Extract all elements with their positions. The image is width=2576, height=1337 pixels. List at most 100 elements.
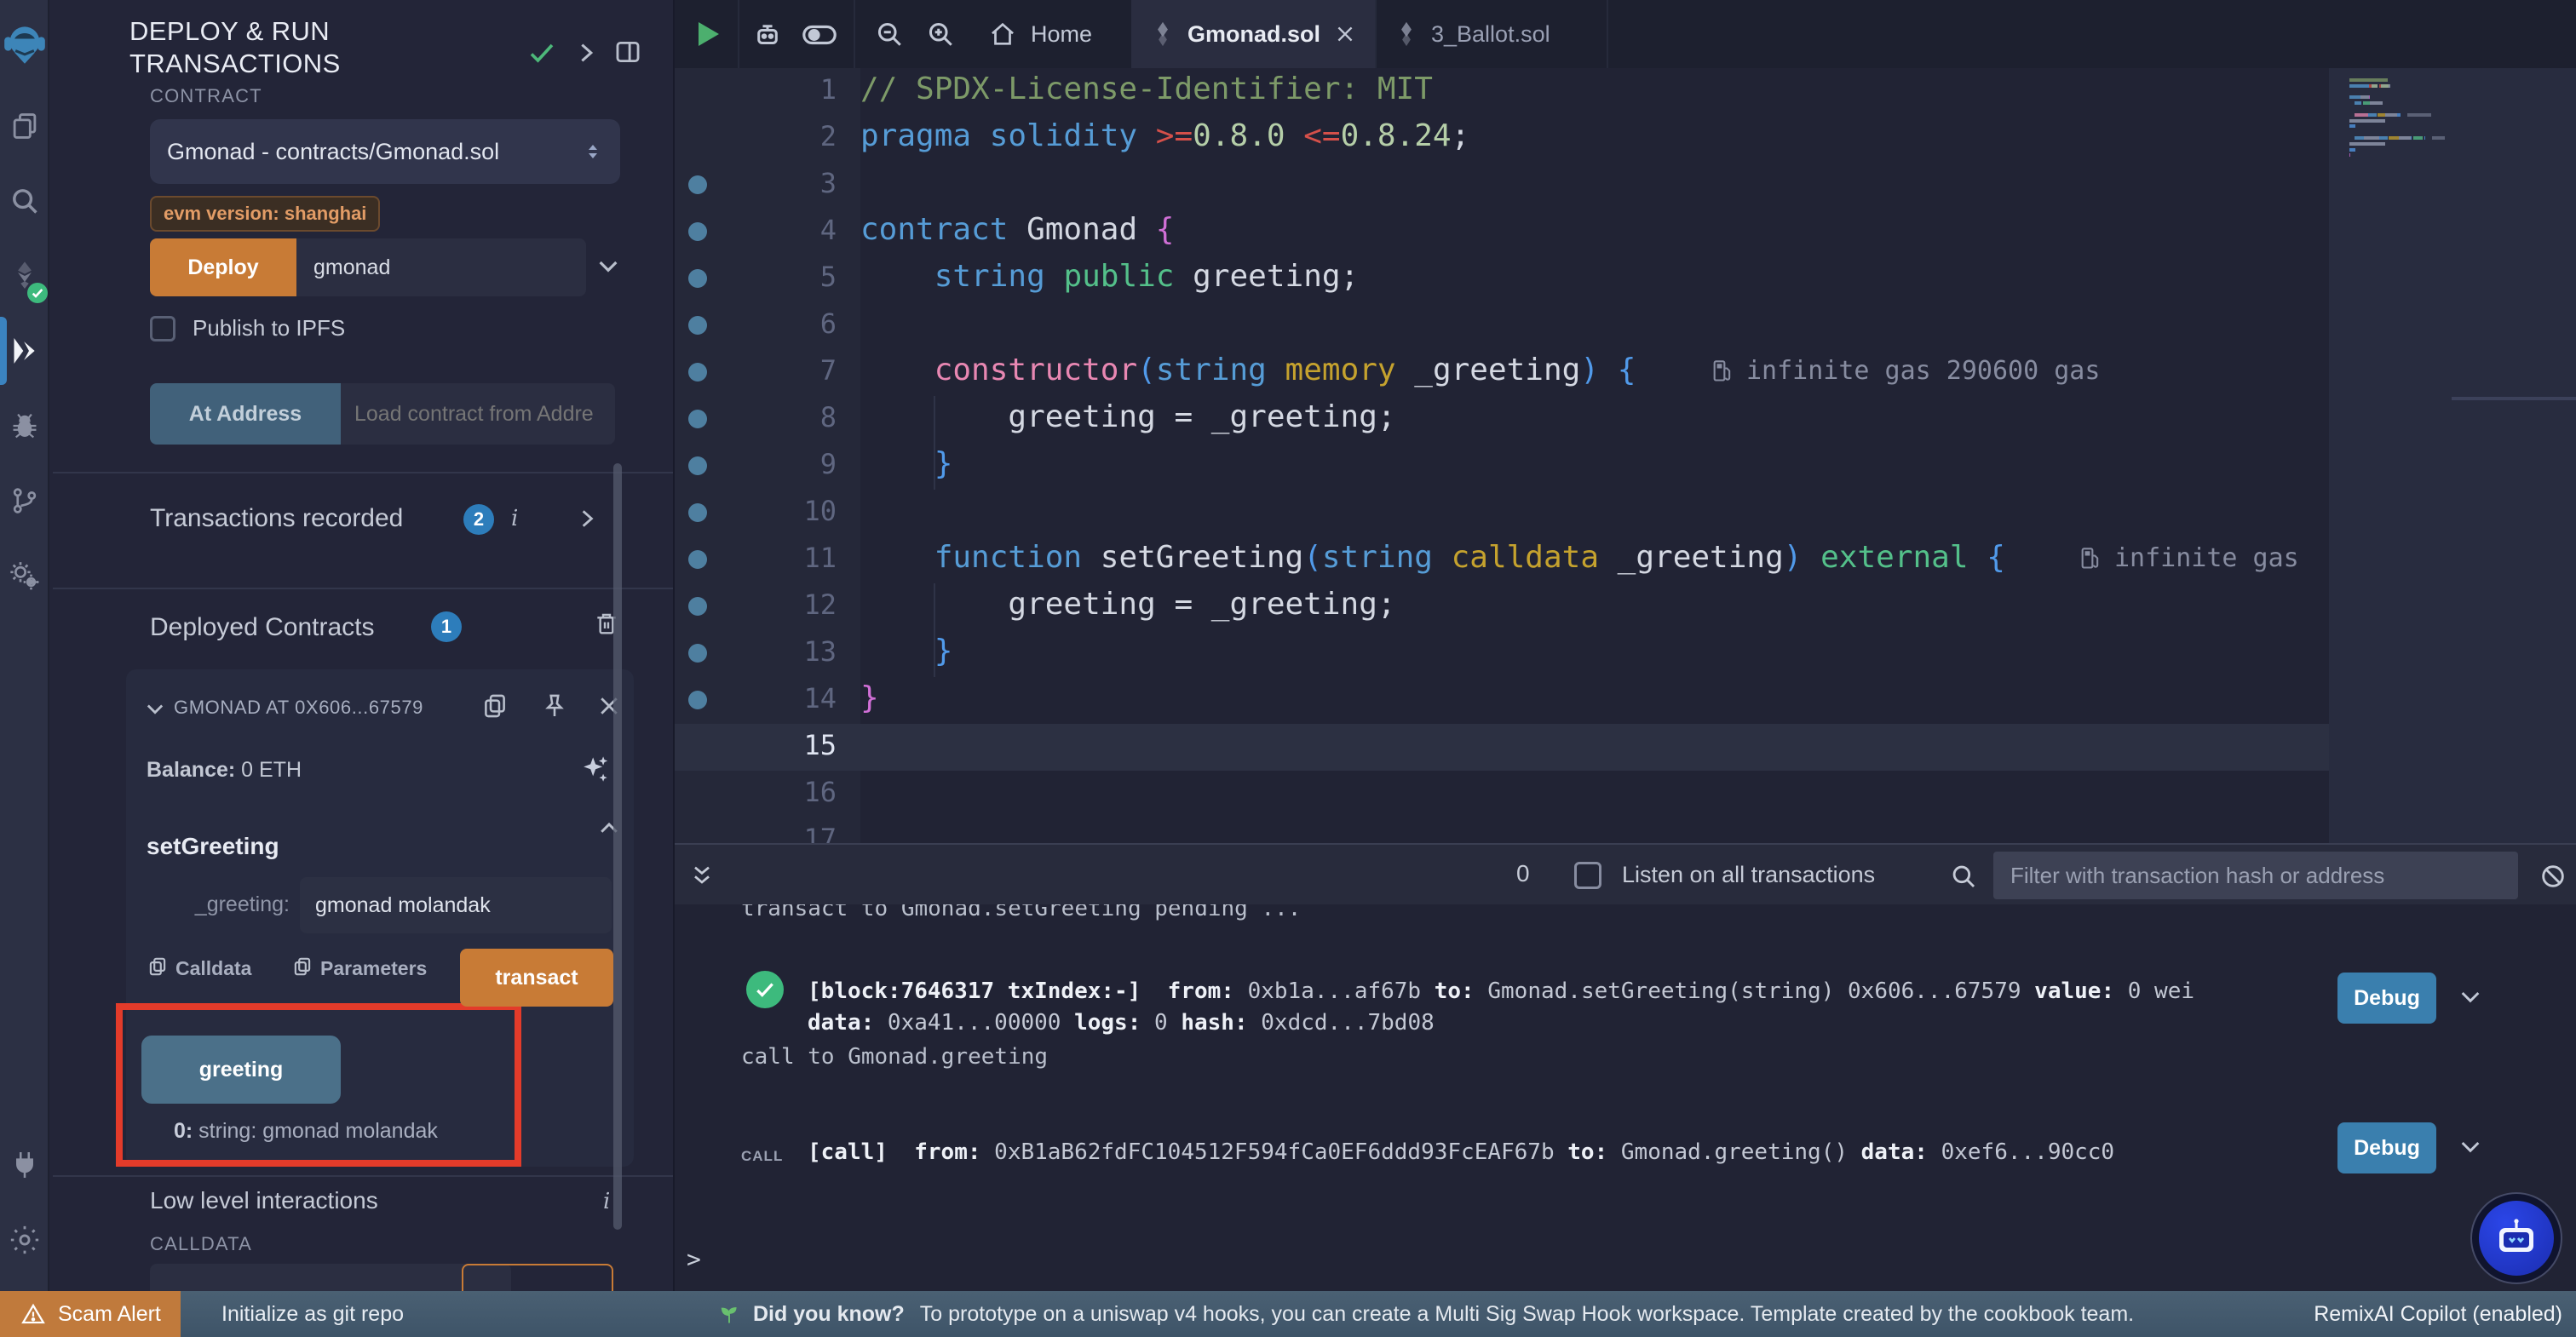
ai-robot-icon[interactable] [751,19,784,51]
code-line-17[interactable]: 17 [675,818,2576,843]
terminal-prompt[interactable]: > [687,1245,701,1273]
toggle-switch-icon[interactable] [799,19,840,51]
code-line-12[interactable]: 12 greeting = _greeting; [675,583,2576,630]
debug-button[interactable]: Debug [2337,973,2436,1024]
code-line-10[interactable]: 10 [675,490,2576,537]
terminal-filter-input[interactable] [1993,852,2518,899]
activity-deploy-run-button[interactable] [0,313,49,388]
close-tab-icon[interactable] [1334,23,1356,45]
remix-ai-assistant-button[interactable] [2470,1192,2562,1284]
pin-panel-columns-icon[interactable] [613,37,642,66]
parameters-copy-label[interactable]: Parameters [320,957,427,980]
code-line-11[interactable]: 11 function setGreeting(string calldata … [675,537,2576,583]
chevron-down-icon[interactable] [2457,1133,2484,1160]
code-line-14[interactable]: 14} [675,677,2576,724]
breakpoint-dot-icon[interactable] [688,410,707,428]
breakpoint-dot-icon[interactable] [688,222,707,241]
breakpoint-dot-icon[interactable] [688,316,707,335]
code-line-2[interactable]: 2pragma solidity >=0.8.0 <=0.8.24; [675,115,2576,162]
call-log-entry[interactable]: [call] from: 0xB1aB62fdFC104512F594fCa0E… [808,1139,2114,1165]
calldata-copy-label[interactable]: Calldata [175,957,251,980]
scam-alert-button[interactable]: Scam Alert [0,1291,181,1337]
breakpoint-dot-icon[interactable] [688,503,707,522]
zoom-out-icon[interactable] [874,19,905,49]
info-icon[interactable]: i [511,506,518,531]
page-title: DEPLOY & RUNTRANSACTIONS [129,15,538,80]
contract-select[interactable]: Gmonad - contracts/Gmonad.sol [150,119,620,184]
chevron-right-icon[interactable] [574,41,598,65]
code-line-15[interactable]: 15 [675,724,2576,771]
chevron-down-icon[interactable] [595,252,622,279]
code-line-16[interactable]: 16 [675,771,2576,818]
pin-icon[interactable] [540,691,569,720]
deploy-button[interactable]: Deploy [150,238,296,296]
breakpoint-dot-icon[interactable] [688,550,707,569]
copy-calldata-icon[interactable] [147,955,169,978]
panel-scrollbar[interactable] [613,463,622,1230]
search-icon[interactable] [1949,862,1978,891]
tab-gmonad-sol[interactable]: Gmonad.sol [1131,0,1377,68]
code-line-13[interactable]: 13 } [675,630,2576,677]
copy-parameters-icon[interactable] [291,955,313,978]
code-line-7[interactable]: 7 constructor(string memory _greeting) {… [675,349,2576,396]
code-editor[interactable]: 1// SPDX-License-Identifier: MIT2pragma … [673,68,2576,843]
copy-icon[interactable] [480,691,509,720]
check-badge-icon [27,283,48,303]
zoom-in-icon[interactable] [925,19,956,49]
git-branch-icon [9,485,40,516]
code-line-4[interactable]: 4contract Gmonad { [675,209,2576,255]
expand-double-chevron-icon[interactable] [688,862,716,889]
code-line-6[interactable]: 6 [675,302,2576,349]
publish-ipfs-checkbox[interactable] [150,316,175,341]
breakpoint-dot-icon[interactable] [688,644,707,663]
chevron-down-icon[interactable] [143,697,167,720]
greeting-call-button[interactable]: greeting [141,1036,341,1104]
activity-debugger-bug-button[interactable] [0,388,49,463]
tab-home[interactable]: Home [968,0,1113,68]
at-address-button[interactable]: At Address [150,383,341,445]
code-line-1[interactable]: 1// SPDX-License-Identifier: MIT [675,68,2576,115]
activity-solidity-compiler-button[interactable] [0,238,49,313]
code-line-5[interactable]: 5 string public greeting; [675,255,2576,302]
breakpoint-dot-icon[interactable] [688,597,707,616]
activity-gear-button[interactable] [0,1202,49,1277]
scrollbar-handle[interactable] [2452,397,2576,400]
activity-search-button[interactable] [0,164,49,238]
code-line-3[interactable]: 3 [675,162,2576,209]
breakpoint-dot-icon[interactable] [688,456,707,475]
greeting-param-input[interactable] [300,877,612,933]
git-init-button[interactable]: Initialize as git repo [221,1302,404,1327]
breakpoint-dot-icon[interactable] [688,363,707,382]
sparkles-ai-icon[interactable] [576,751,613,789]
activity-git-branch-button[interactable] [0,463,49,538]
constructor-arg-input[interactable] [296,238,586,296]
activity-plug-button[interactable] [0,1128,49,1202]
clear-ban-icon[interactable] [2539,862,2567,891]
low-level-calldata-input[interactable] [150,1264,511,1291]
balance-row: Balance: 0 ETH [147,758,302,783]
breakpoint-dot-icon[interactable] [688,269,707,288]
line-number: 15 [734,729,837,761]
low-level-transact-button[interactable] [462,1264,613,1291]
listen-all-checkbox[interactable] [1574,862,1601,889]
minimap[interactable] [2329,68,2576,843]
code-line-8[interactable]: 8 greeting = _greeting; [675,396,2576,443]
tx-log-entry[interactable]: [block:7646317 txIndex:-] from: 0xb1a...… [808,976,2194,1039]
transact-button[interactable]: transact [460,949,613,1007]
info-icon[interactable]: i [603,1189,610,1214]
code-line-9[interactable]: 9 } [675,443,2576,490]
activity-gears-play-button[interactable] [0,538,49,613]
chevron-right-icon[interactable] [576,508,598,530]
chevron-down-icon[interactable] [2457,983,2484,1010]
ai-robot-face-icon [2479,1201,2554,1276]
tab-3-ballot-sol[interactable]: 3_Ballot.sol [1375,0,1571,68]
line-number: 14 [734,682,837,714]
activity-remix-logo-button[interactable] [0,0,49,89]
at-address-input[interactable] [341,383,615,445]
code-text: } [860,634,952,668]
run-script-play-icon[interactable] [699,22,719,46]
breakpoint-dot-icon[interactable] [688,691,707,709]
breakpoint-dot-icon[interactable] [688,175,707,194]
activity-file-explorer-button[interactable] [0,89,49,164]
debug-button[interactable]: Debug [2337,1122,2436,1173]
